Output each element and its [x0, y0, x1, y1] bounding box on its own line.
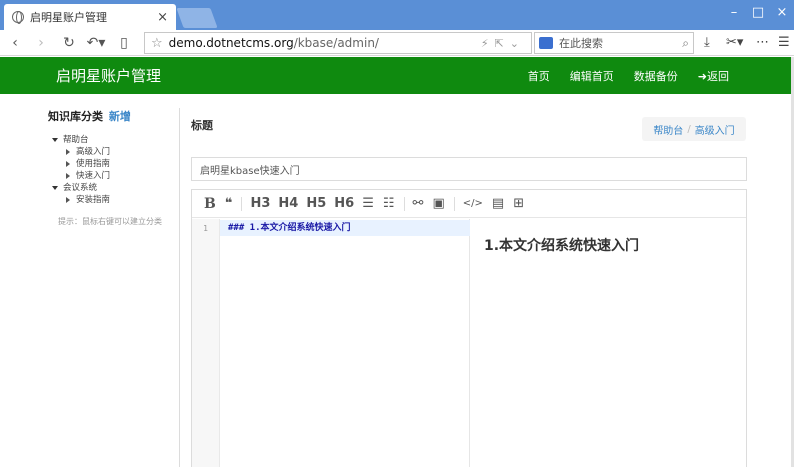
scissors-icon[interactable]: ✂▾	[726, 30, 743, 56]
sidebar-divider	[179, 108, 180, 467]
breadcrumb-helpdesk[interactable]: 帮助台	[653, 122, 683, 137]
editor-panes: 1 ### 1.本文介绍系统快速入门 1.本文介绍系统快速入门	[192, 219, 746, 467]
breadcrumb: 帮助台 / 高级入门	[642, 117, 746, 141]
add-category-button[interactable]: 新增	[109, 110, 131, 123]
more-icon[interactable]: ⋯	[756, 30, 769, 56]
code-line[interactable]: ### 1.本文介绍系统快速入门	[220, 220, 470, 236]
unordered-list-icon[interactable]: ☰	[362, 196, 374, 211]
caret-right-icon	[66, 197, 70, 203]
preview-icon[interactable]: ▤	[492, 196, 504, 211]
code-icon[interactable]: </>	[463, 198, 483, 209]
address-bar: ‹ › ↻ ↶▾ ▯ ☆ demo.dotnetcms.org/kbase/ad…	[0, 30, 794, 56]
search-box[interactable]: 在此搜索 ⌕	[534, 32, 694, 54]
search-placeholder: 在此搜索	[559, 37, 603, 50]
line-number: 1	[203, 224, 208, 233]
tree-leaf-install[interactable]: 安装指南	[48, 194, 178, 206]
window-controls: – □ ×	[722, 0, 794, 30]
caret-down-icon[interactable]	[52, 186, 58, 190]
ordered-list-icon[interactable]: ☷	[383, 196, 395, 211]
title-input[interactable]	[191, 157, 747, 181]
quote-button[interactable]: ❝	[225, 196, 233, 211]
sidebar-hint: 提示：鼠标右键可以建立分类	[58, 217, 162, 226]
close-window-icon[interactable]: ×	[770, 0, 794, 30]
sidebar-title: 知识库分类	[48, 110, 103, 123]
caret-right-icon	[66, 173, 70, 179]
table-icon[interactable]: ⊞	[513, 196, 524, 211]
h4-button[interactable]: H4	[278, 196, 298, 211]
reader-icon[interactable]: ▯	[114, 30, 134, 56]
tree-node-label: 会议系统	[63, 183, 98, 193]
star-icon[interactable]: ☆	[151, 36, 163, 51]
markdown-editor: B ❝ H3 H4 H5 H6 ☰ ☷ ⚯ ▣ </> ▤ ⊞ 1 ### 1.…	[191, 189, 747, 467]
undo-icon[interactable]: ↶▾	[84, 30, 108, 56]
title-label: 标题	[191, 119, 213, 132]
editor-toolbar: B ❝ H3 H4 H5 H6 ☰ ☷ ⚯ ▣ </> ▤ ⊞	[192, 190, 746, 218]
tab-close-icon[interactable]: ×	[157, 10, 168, 25]
preview-heading: 1.本文介绍系统快速入门	[484, 238, 640, 254]
tree-leaf-label: 高级入门	[76, 147, 111, 157]
tree-leaf-guide[interactable]: 使用指南	[48, 158, 178, 170]
caret-right-icon	[66, 149, 70, 155]
line-gutter: 1	[192, 219, 220, 467]
caret-down-icon[interactable]	[52, 138, 58, 142]
bold-button[interactable]: B	[204, 196, 216, 212]
download-icon[interactable]: ⤓	[704, 30, 710, 56]
menu-icon[interactable]: ☰	[778, 30, 790, 56]
app-brand[interactable]: 启明星账户管理	[56, 65, 161, 86]
toolbar-separator	[403, 196, 405, 211]
url-path: /kbase/admin/	[293, 36, 379, 50]
maximize-icon[interactable]: □	[746, 0, 770, 30]
image-icon[interactable]: ▣	[432, 196, 444, 211]
search-icon[interactable]: ⌕	[682, 36, 689, 51]
search-engine-icon[interactable]	[539, 37, 553, 49]
breadcrumb-separator: /	[687, 123, 691, 135]
preview-pane: 1.本文介绍系统快速入门	[470, 219, 746, 467]
sidebar-header: 知识库分类 新增	[48, 108, 178, 124]
nav-edit-home[interactable]: 编辑首页	[570, 68, 614, 84]
refresh-icon[interactable]: ↻	[60, 30, 78, 56]
minimize-icon[interactable]: –	[722, 0, 746, 30]
toolbar-separator	[241, 196, 243, 211]
sidebar: 知识库分类 新增 帮助台 高级入门 使用指南 快速入门 会议系统 安装指南 提示…	[48, 108, 178, 227]
tree-leaf-label: 快速入门	[76, 171, 111, 181]
tree-leaf-quickstart[interactable]: 快速入门	[48, 170, 178, 182]
breadcrumb-advanced[interactable]: 高级入门	[695, 122, 735, 137]
forward-icon[interactable]: ›	[32, 30, 50, 56]
nav-back[interactable]: ➜返回	[698, 68, 729, 84]
h6-button[interactable]: H6	[334, 196, 354, 211]
tab-title: 启明星账户管理	[30, 11, 107, 24]
tree-leaf-label: 安装指南	[76, 195, 111, 205]
url-actions-icon[interactable]: ⚡⇱⌄	[481, 37, 525, 50]
tree-leaf-advanced[interactable]: 高级入门	[48, 146, 178, 158]
url-host: demo.dotnetcms.org	[168, 36, 294, 50]
new-tab-button[interactable]	[176, 8, 218, 28]
tree-node-helpdesk[interactable]: 帮助台	[48, 134, 178, 146]
url-bar[interactable]: ☆ demo.dotnetcms.org/kbase/admin/ ⚡⇱⌄	[144, 32, 532, 54]
code-pane[interactable]: 1 ### 1.本文介绍系统快速入门	[192, 219, 470, 467]
toolbar-separator	[453, 196, 455, 211]
link-icon[interactable]: ⚯	[413, 196, 424, 211]
app-header: 启明星账户管理 首页 编辑首页 数据备份 ➜返回	[0, 57, 791, 94]
back-icon[interactable]: ‹	[6, 30, 24, 56]
caret-right-icon	[66, 161, 70, 167]
tree-node-meeting[interactable]: 会议系统	[48, 182, 178, 194]
nav-home[interactable]: 首页	[528, 68, 550, 84]
top-nav: 首页 编辑首页 数据备份 ➜返回	[508, 57, 729, 94]
browser-tab[interactable]: 启明星账户管理 ×	[4, 4, 176, 30]
category-tree: 帮助台 高级入门 使用指南 快速入门 会议系统 安装指南	[48, 134, 178, 206]
tree-node-label: 帮助台	[63, 135, 89, 145]
nav-backup[interactable]: 数据备份	[634, 68, 678, 84]
globe-icon	[12, 11, 24, 24]
h5-button[interactable]: H5	[306, 196, 326, 211]
h3-button[interactable]: H3	[250, 196, 270, 211]
tree-leaf-label: 使用指南	[76, 159, 111, 169]
browser-titlebar: 启明星账户管理 × – □ ×	[0, 0, 794, 30]
